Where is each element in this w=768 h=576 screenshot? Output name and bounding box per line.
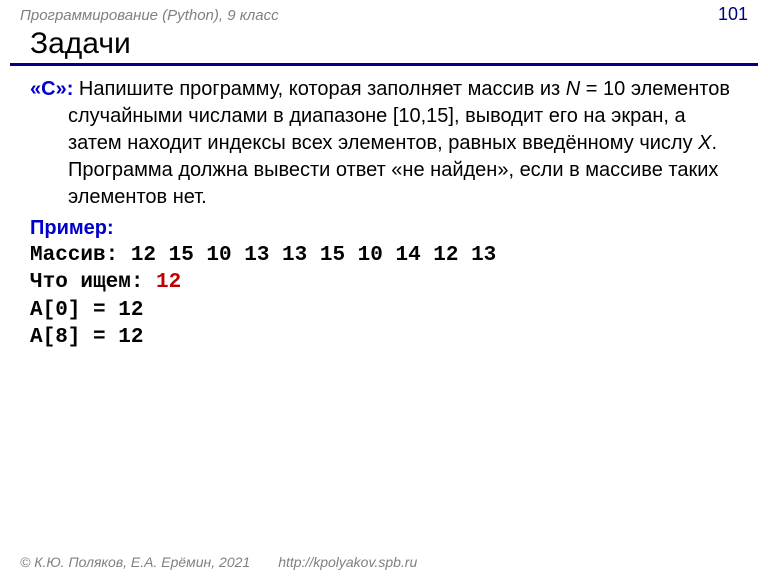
example-search-label: Что ищем: <box>30 271 143 294</box>
content-area: «C»: Напишите программу, которая заполня… <box>0 76 768 351</box>
example-result-0: A[0] = 12 <box>30 297 738 324</box>
task-label: «C»: <box>30 78 73 100</box>
footer-copyright: © К.Ю. Поляков, Е.А. Ерёмин, 2021 <box>20 554 250 570</box>
footer-url: http://kpolyakov.spb.ru <box>278 554 417 570</box>
footer: © К.Ю. Поляков, Е.А. Ерёмин, 2021 http://… <box>20 554 417 570</box>
task-text-1: Напишите программу, которая заполняет ма… <box>73 78 565 100</box>
page-title: Задачи <box>10 27 758 66</box>
example-search-line: Что ищем: 12 <box>30 269 738 296</box>
example-search-value: 12 <box>143 271 181 294</box>
course-title: Программирование (Python), 9 класс <box>20 7 279 24</box>
example-array-values: 12 15 10 13 13 15 10 14 12 13 <box>118 244 496 267</box>
example-array-label: Массив: <box>30 244 118 267</box>
task-paragraph: «C»: Напишите программу, которая заполня… <box>30 76 738 211</box>
task-var-n: N <box>566 78 580 100</box>
example-result-8: A[8] = 12 <box>30 324 738 351</box>
example-array-line: Массив: 12 15 10 13 13 15 10 14 12 13 <box>30 242 738 269</box>
task-var-x: X <box>698 132 711 154</box>
page-number: 101 <box>718 4 748 25</box>
header-bar: Программирование (Python), 9 класс 101 <box>0 0 768 27</box>
example-label: Пример: <box>30 215 738 242</box>
